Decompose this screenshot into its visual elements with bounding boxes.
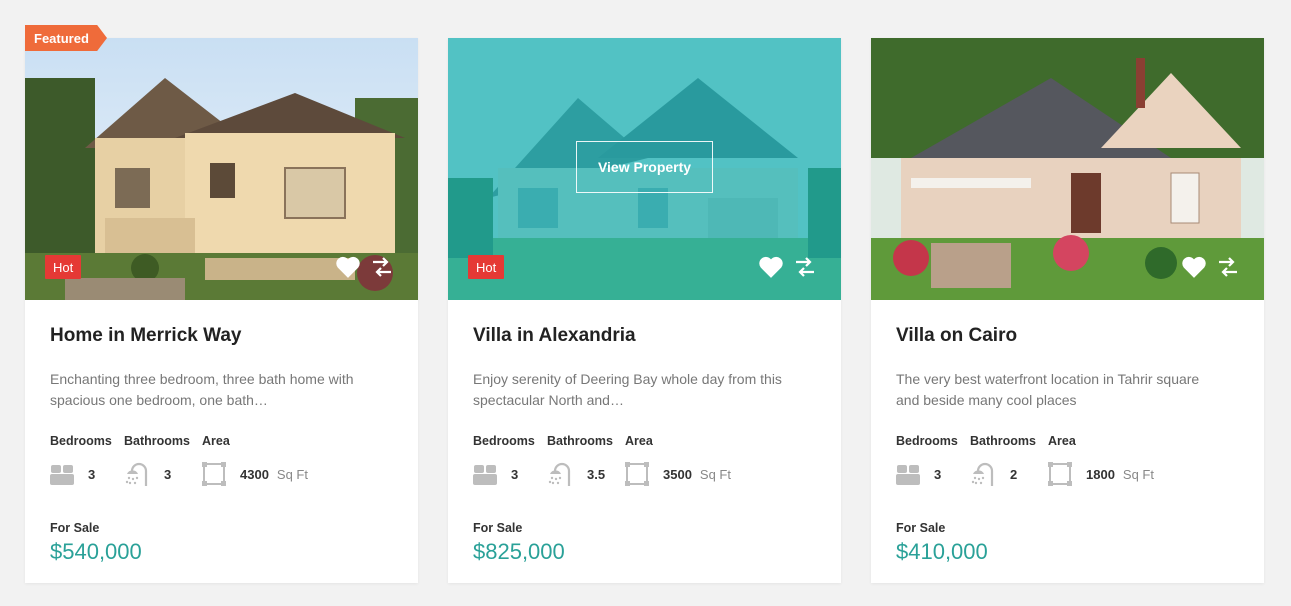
property-description: Enchanting three bedroom, three bath hom… [50, 371, 354, 408]
property-card[interactable]: Featured Hot Home in Merrick Way Enchant… [25, 25, 418, 583]
bedrooms-label: Bedrooms [896, 434, 958, 448]
area-unit: Sq Ft [1122, 466, 1154, 482]
bedrooms-label: Bedrooms [50, 434, 112, 448]
view-property-button[interactable]: View Property [576, 141, 713, 193]
bed-icon [896, 465, 920, 485]
area-icon [625, 462, 649, 486]
heart-icon[interactable] [758, 255, 784, 279]
bed-icon [473, 465, 497, 485]
featured-badge: Featured [25, 25, 107, 51]
bedrooms-value: 3 [934, 466, 942, 482]
area-value: 1800 [1086, 466, 1115, 482]
specs-values: 3 3 4300 Sq Ft [50, 461, 393, 487]
area-spec: 1800 Sq Ft [1048, 462, 1154, 486]
heart-icon[interactable] [1181, 255, 1207, 279]
hot-badge: Hot [45, 255, 82, 279]
property-title[interactable]: Villa on Cairo [896, 325, 1239, 347]
property-card[interactable]: Villa on Cairo The very best waterfront … [871, 38, 1264, 583]
area-value: 4300 [240, 466, 269, 482]
specs-values: 3 2 1800 Sq Ft [896, 461, 1239, 487]
property-title[interactable]: Home in Merrick Way [50, 325, 393, 347]
property-grid: Featured Hot Home in Merrick Way Enchant… [25, 25, 1264, 583]
bathrooms-label: Bathrooms [124, 434, 190, 448]
bathrooms-spec: 3 [124, 461, 202, 487]
shower-icon [125, 462, 148, 486]
hot-badge: Hot [468, 255, 505, 279]
property-image[interactable] [871, 38, 1264, 300]
bathrooms-value: 3 [164, 466, 172, 482]
area-value: 3500 [663, 466, 692, 482]
property-card[interactable]: View Property Hot Villa in Alexandria En… [448, 38, 841, 583]
property-description: Enjoy serenity of Deering Bay whole day … [473, 371, 782, 408]
property-price: $540,000 [50, 539, 142, 564]
heart-icon[interactable] [335, 255, 361, 279]
bathrooms-value: 3.5 [587, 466, 606, 482]
bathrooms-spec: 3.5 [547, 461, 625, 487]
area-label: Area [625, 434, 653, 448]
card-actions [335, 254, 395, 280]
specs-header: Bedrooms Bathrooms Area [896, 434, 1239, 448]
pager-dots [700, 0, 740, 4]
specs-values: 3 3.5 3500 Sq Ft [473, 461, 816, 487]
bathrooms-label: Bathrooms [970, 434, 1036, 448]
area-icon [1048, 462, 1072, 486]
property-image[interactable]: View Property Hot [448, 38, 841, 300]
area-label: Area [202, 434, 230, 448]
property-title[interactable]: Villa in Alexandria [473, 325, 816, 347]
listing-status: For Sale [50, 521, 100, 535]
shower-icon [971, 462, 994, 486]
card-actions [1181, 254, 1241, 280]
area-spec: 4300 Sq Ft [202, 462, 308, 486]
bedrooms-label: Bedrooms [473, 434, 535, 448]
compare-icon[interactable] [792, 254, 818, 280]
compare-icon[interactable] [1215, 254, 1241, 280]
shower-icon [548, 462, 571, 486]
property-price: $410,000 [896, 539, 988, 564]
bathrooms-spec: 2 [970, 461, 1048, 487]
bathrooms-value: 2 [1010, 466, 1018, 482]
card-actions [758, 254, 818, 280]
bathrooms-label: Bathrooms [547, 434, 613, 448]
property-image[interactable]: Hot [25, 38, 418, 300]
property-description: The very best waterfront location in Tah… [896, 371, 1200, 408]
listing-status: For Sale [896, 521, 946, 535]
bedrooms-spec: 3 [473, 462, 547, 486]
bed-icon [50, 465, 74, 485]
bedrooms-value: 3 [88, 466, 96, 482]
area-label: Area [1048, 434, 1076, 448]
compare-icon[interactable] [369, 254, 395, 280]
area-unit: Sq Ft [699, 466, 731, 482]
bedrooms-value: 3 [511, 466, 519, 482]
area-spec: 3500 Sq Ft [625, 462, 731, 486]
listing-status: For Sale [473, 521, 523, 535]
card-body: Villa in Alexandria Enjoy serenity of De… [448, 300, 841, 565]
specs-header: Bedrooms Bathrooms Area [473, 434, 816, 448]
bedrooms-spec: 3 [896, 462, 970, 486]
card-body: Home in Merrick Way Enchanting three bed… [25, 300, 418, 565]
area-icon [202, 462, 226, 486]
bedrooms-spec: 3 [50, 462, 124, 486]
specs-header: Bedrooms Bathrooms Area [50, 434, 393, 448]
area-unit: Sq Ft [276, 466, 308, 482]
card-body: Villa on Cairo The very best waterfront … [871, 300, 1264, 565]
property-price: $825,000 [473, 539, 565, 564]
